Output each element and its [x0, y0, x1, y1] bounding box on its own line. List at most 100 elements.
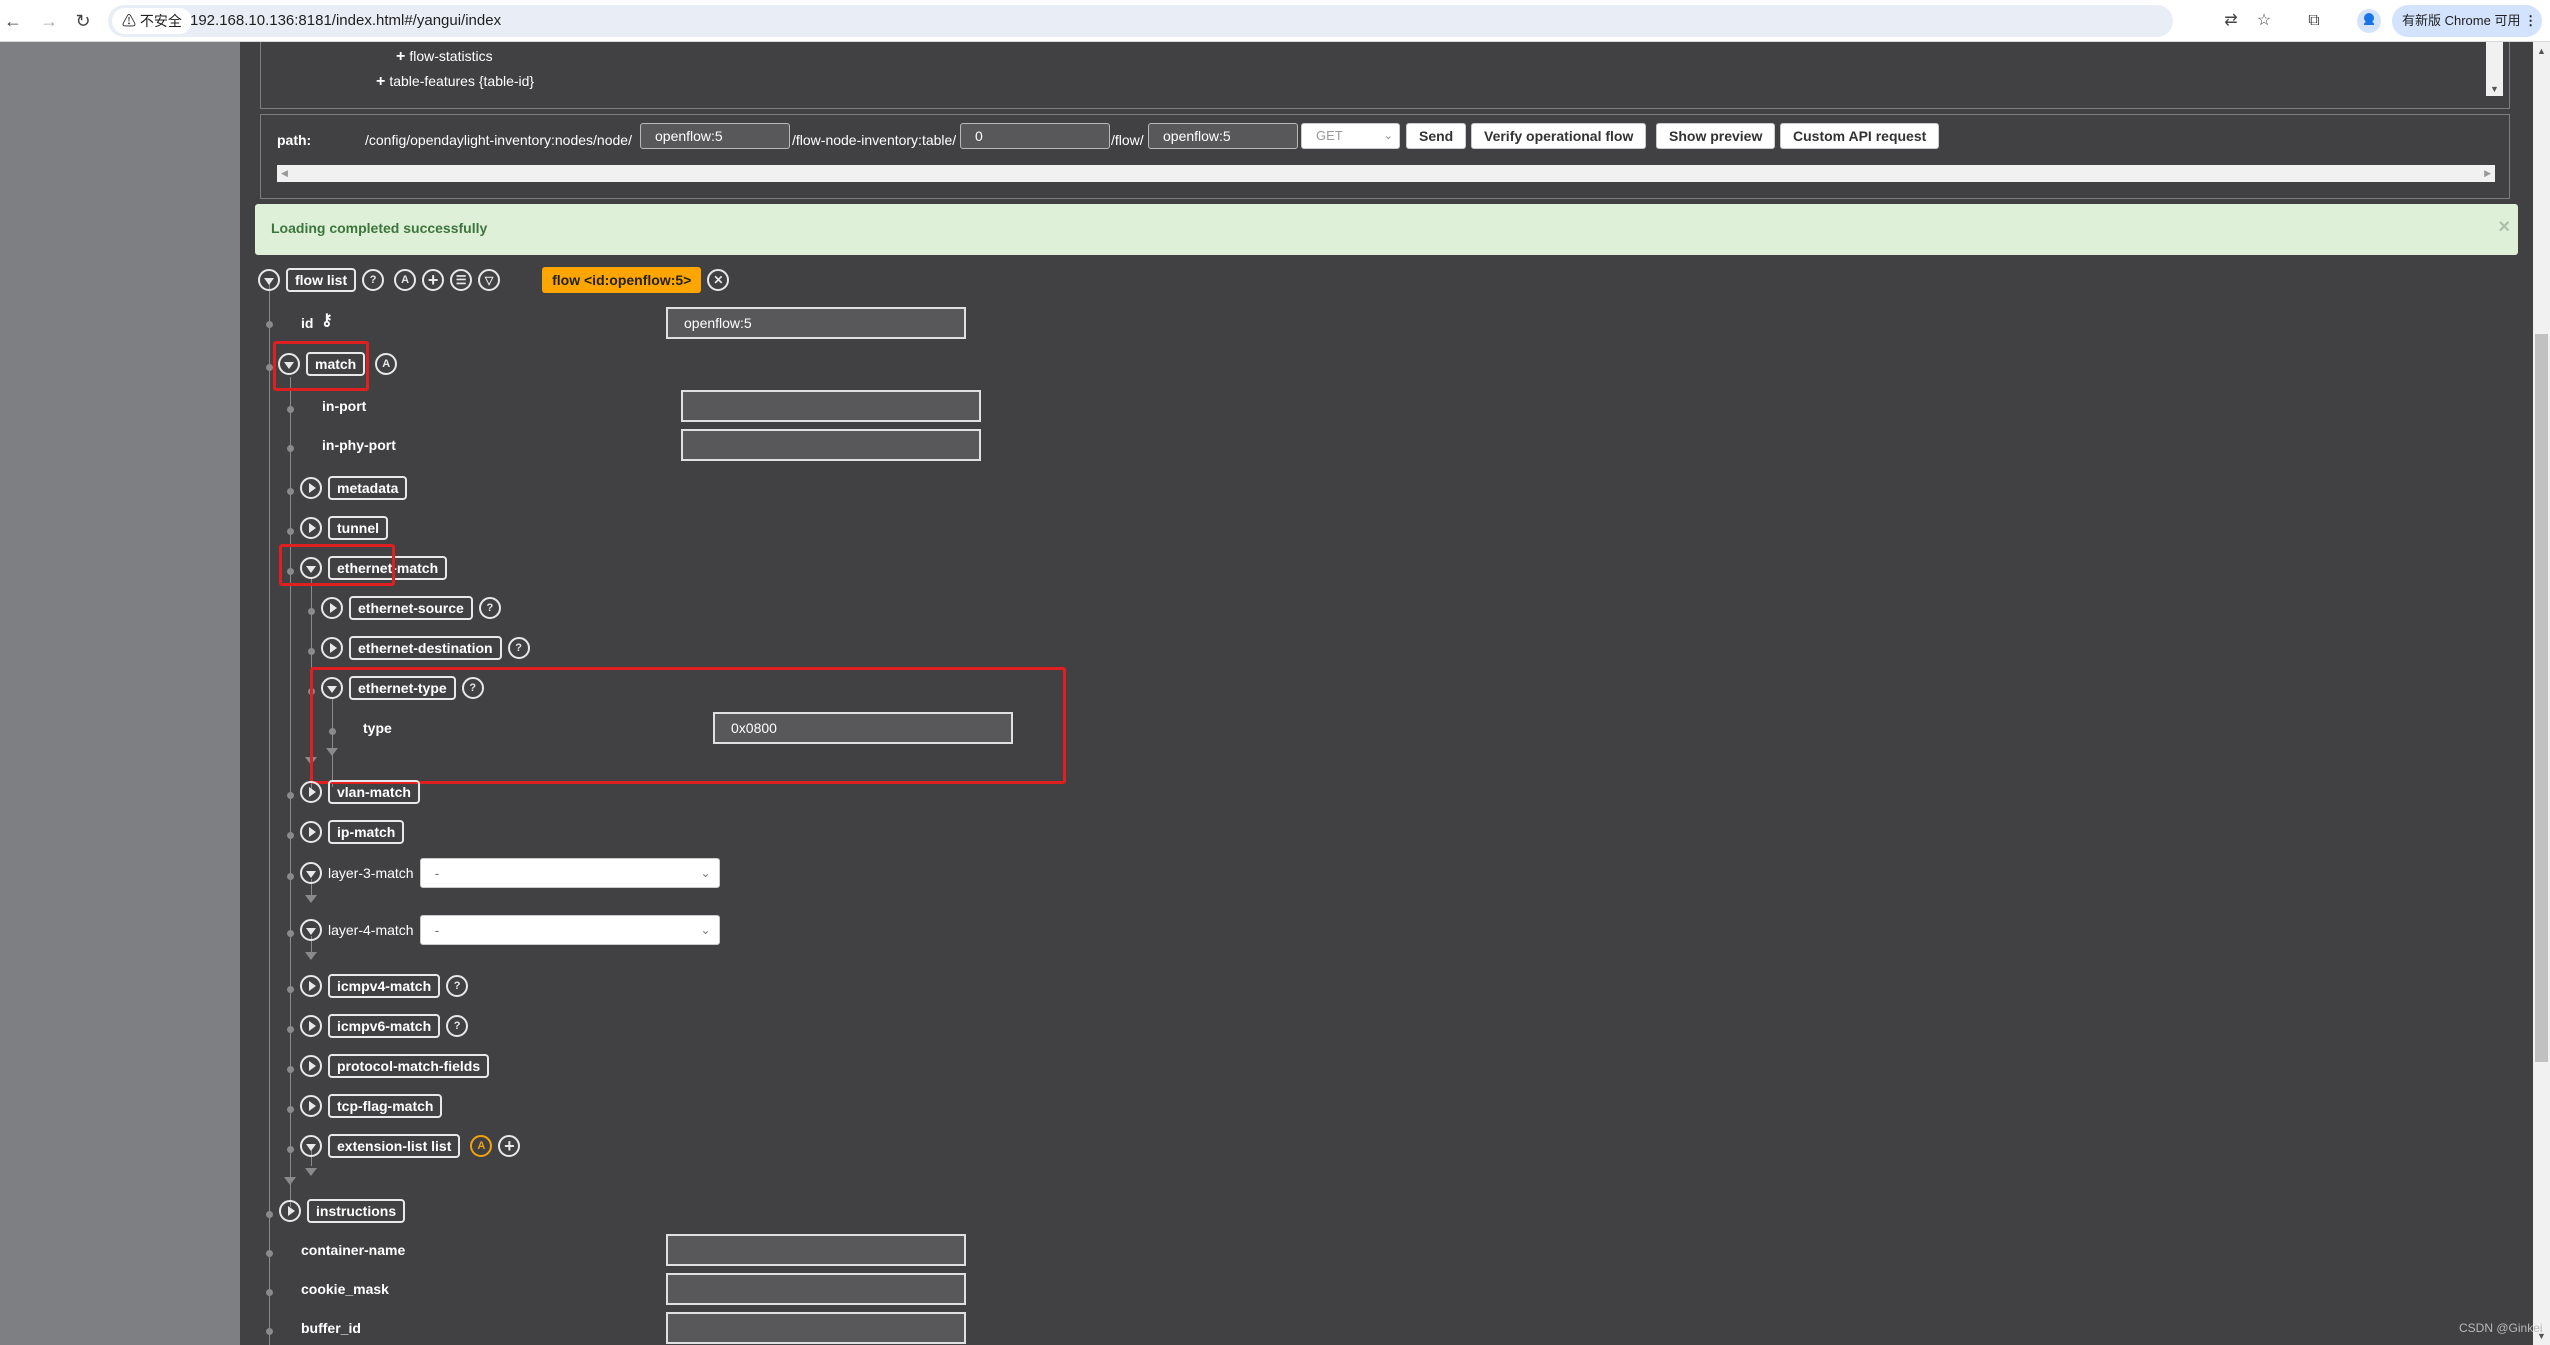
tunnel-label[interactable]: tunnel [328, 516, 388, 540]
vlan-match-label[interactable]: vlan-match [328, 780, 420, 804]
translate-icon[interactable]: ⇄ [2219, 9, 2243, 33]
reload-button[interactable]: ↻ [70, 8, 96, 34]
profile-avatar[interactable] [2357, 9, 2381, 33]
instructions-label[interactable]: instructions [307, 1199, 406, 1223]
http-method-select[interactable]: GET ⌄ [1301, 123, 1400, 149]
expand-toggle[interactable] [300, 821, 322, 843]
icmpv4-match-label[interactable]: icmpv4-match [328, 974, 441, 998]
flow-list-label[interactable]: flow list [286, 268, 357, 292]
ip-match-label[interactable]: ip-match [328, 820, 405, 844]
extensions-icon[interactable]: ⧉ [2302, 9, 2326, 33]
custom-api-request-button[interactable]: Custom API request [1780, 123, 1940, 149]
page-vertical-scrollbar[interactable]: ▲ ▼ [2533, 42, 2550, 1345]
expand-toggle[interactable] [300, 975, 322, 997]
add-icon[interactable]: + [498, 1135, 521, 1157]
chrome-update-button[interactable]: 有新版 Chrome 可用 ⋮ [2392, 5, 2542, 37]
show-preview-button[interactable]: Show preview [1656, 123, 1776, 149]
path-horizontal-scrollbar[interactable]: ◀ ▶ [277, 165, 2495, 182]
ethernet-destination-node: ethernet-destination ? [321, 634, 530, 662]
flow-list-header: flow list ? A + ☰ ▽ flow <id:openflow:5>… [258, 266, 730, 294]
extension-list-node: extension-list list A + [300, 1132, 521, 1160]
scroll-down-arrow-icon[interactable]: ▼ [2486, 84, 2503, 94]
bookmark-star-icon[interactable]: ☆ [2252, 9, 2276, 33]
in-port-input[interactable] [681, 390, 981, 422]
collapse-toggle[interactable] [300, 557, 322, 579]
collapse-toggle[interactable] [278, 353, 300, 375]
ethernet-type-label[interactable]: ethernet-type [349, 676, 456, 700]
list-icon[interactable]: ☰ [450, 269, 473, 291]
id-input[interactable] [666, 307, 966, 339]
send-button[interactable]: Send [1406, 123, 1467, 149]
scroll-left-arrow-icon[interactable]: ◀ [281, 165, 288, 182]
help-icon[interactable]: ? [362, 269, 385, 291]
layer-3-match-label: layer-3-match [328, 865, 414, 881]
tree-dot [329, 728, 336, 735]
ethernet-source-label[interactable]: ethernet-source [349, 596, 473, 620]
expand-toggle[interactable] [300, 781, 322, 803]
scrollbar-thumb[interactable] [2535, 334, 2548, 1062]
scroll-right-arrow-icon[interactable]: ▶ [2484, 165, 2491, 182]
match-label[interactable]: match [306, 352, 366, 376]
buffer-id-input[interactable] [666, 1312, 966, 1344]
tree-dot [287, 406, 294, 413]
icmpv6-match-label[interactable]: icmpv6-match [328, 1014, 441, 1038]
ethernet-destination-label[interactable]: ethernet-destination [349, 636, 502, 660]
table-id-input[interactable] [960, 123, 1110, 149]
expand-toggle[interactable] [300, 1095, 322, 1117]
add-icon[interactable]: + [422, 269, 445, 291]
caret-down-icon [327, 685, 337, 693]
augment-icon[interactable]: A [394, 269, 417, 291]
tcp-flag-match-label[interactable]: tcp-flag-match [328, 1094, 443, 1118]
filter-icon[interactable]: ▽ [478, 269, 501, 291]
expand-toggle[interactable] [300, 477, 322, 499]
extension-list-label[interactable]: extension-list list [328, 1134, 461, 1158]
expand-toggle[interactable] [300, 1055, 322, 1077]
help-icon[interactable]: ? [507, 637, 530, 659]
back-button[interactable]: ← [0, 8, 26, 34]
protocol-match-fields-label[interactable]: protocol-match-fields [328, 1054, 490, 1078]
collapse-toggle[interactable] [300, 862, 322, 884]
collapse-toggle[interactable] [300, 919, 322, 941]
tree-panel-scrollbar[interactable]: ▼ [2486, 42, 2503, 96]
expand-toggle[interactable] [279, 1200, 301, 1222]
tree-end-arrow-icon [305, 895, 317, 903]
node-id-input[interactable] [640, 123, 790, 149]
layer-4-match-select[interactable]: - ⌄ [419, 915, 720, 945]
forward-button[interactable]: → [36, 8, 62, 34]
tree-item-flow-statistics[interactable]: + flow-statistics [396, 48, 493, 66]
in-phy-port-input[interactable] [681, 429, 981, 461]
expand-toggle[interactable] [300, 517, 322, 539]
expand-toggle[interactable] [321, 637, 343, 659]
tree-dot [266, 1250, 273, 1257]
tree-item-table-features[interactable]: + table-features {table-id} [376, 73, 534, 91]
help-icon[interactable]: ? [478, 597, 501, 619]
url-text[interactable]: 192.168.10.136:8181/index.html#/yangui/i… [190, 8, 501, 34]
help-icon[interactable]: ? [446, 975, 469, 997]
flow-id-input[interactable] [1148, 123, 1298, 149]
collapse-toggle[interactable] [258, 269, 280, 291]
container-name-input[interactable] [666, 1234, 966, 1266]
help-icon[interactable]: ? [446, 1015, 469, 1037]
flow-item-tag[interactable]: flow <id:openflow:5> [542, 267, 702, 293]
collapse-toggle[interactable] [300, 1135, 322, 1157]
layer-3-match-select[interactable]: - ⌄ [419, 858, 720, 888]
tunnel-node: tunnel [300, 514, 388, 542]
augment-icon[interactable]: A [375, 353, 398, 375]
expand-toggle[interactable] [300, 1015, 322, 1037]
expand-toggle[interactable] [321, 597, 343, 619]
type-input[interactable] [713, 712, 1013, 744]
augment-icon[interactable]: A [470, 1135, 493, 1157]
layer-4-match-node: layer-4-match - ⌄ [300, 915, 720, 945]
tree-line [332, 697, 333, 787]
verify-operational-flow-button[interactable]: Verify operational flow [1471, 123, 1647, 149]
close-icon[interactable]: ✕ [707, 269, 730, 291]
help-icon[interactable]: ? [461, 677, 484, 699]
alert-close-button[interactable]: × [2498, 216, 2510, 239]
security-indicator[interactable]: ⚠ 不安全 [112, 8, 192, 34]
cookie-mask-input[interactable] [666, 1273, 966, 1305]
caret-right-icon [329, 603, 337, 613]
collapse-toggle[interactable] [321, 677, 343, 699]
metadata-label[interactable]: metadata [328, 476, 408, 500]
ethernet-match-label[interactable]: ethernet-match [328, 556, 448, 580]
scroll-up-arrow-icon[interactable]: ▲ [2533, 44, 2550, 58]
